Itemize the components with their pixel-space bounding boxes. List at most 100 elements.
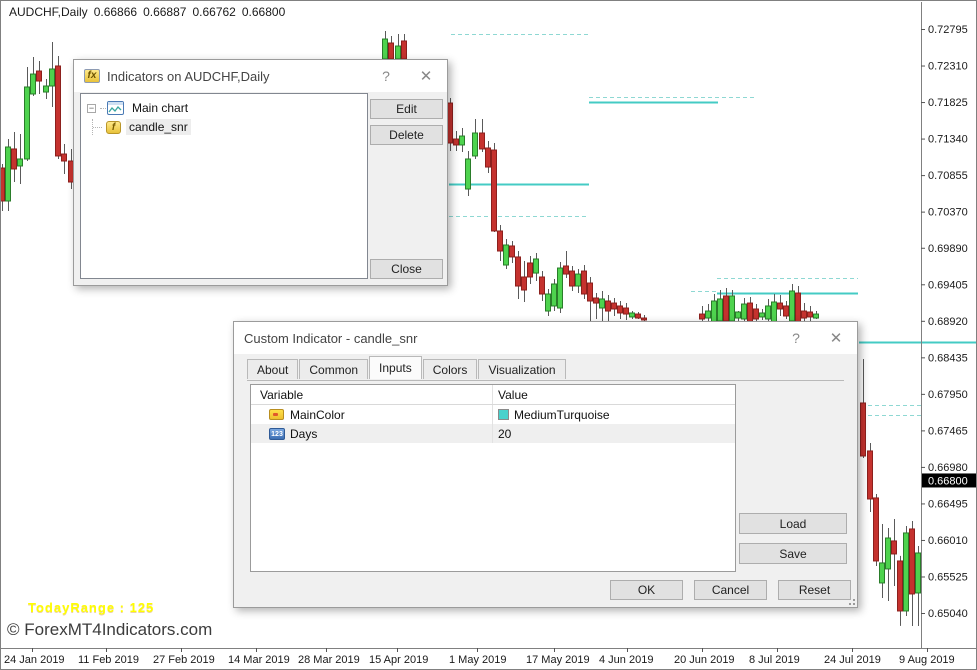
time-axis-label: 8 Jul 2019	[749, 654, 800, 666]
bear-candle	[778, 303, 783, 309]
column-header-variable: Variable	[251, 385, 493, 404]
bear-candle	[874, 498, 879, 561]
color-param-icon	[269, 409, 284, 420]
color-swatch	[498, 409, 509, 420]
price-axis-label: 0.68435	[928, 352, 968, 364]
tree-label-main-chart[interactable]: Main chart	[129, 100, 191, 116]
bull-candle	[730, 296, 735, 321]
help-icon[interactable]: ?	[779, 322, 813, 354]
tab-common[interactable]: Common	[299, 359, 368, 379]
custom-indicator-titlebar[interactable]: Custom Indicator - candle_snr ? ✕	[234, 322, 857, 354]
bull-candle	[44, 86, 49, 92]
time-axis-label: 14 Mar 2019	[228, 654, 290, 666]
bull-candle	[706, 311, 711, 318]
tree-label-candle-snr[interactable]: candle_snr	[126, 119, 191, 135]
price-axis-label: 0.72310	[928, 61, 968, 73]
bear-candle	[522, 277, 527, 290]
table-row-maincolor[interactable]: MainColor MediumTurquoise	[251, 405, 735, 424]
ohlc-readout: AUDCHF,Daily0.668660.668870.667620.66800	[9, 5, 291, 19]
bear-candle	[618, 306, 623, 313]
symbol-timeframe: AUDCHF,Daily	[9, 5, 88, 19]
tab-inputs[interactable]: Inputs	[369, 356, 422, 379]
indicators-dialog-titlebar[interactable]: fx Indicators on AUDCHF,Daily ? ✕	[74, 60, 447, 92]
bull-candle	[760, 313, 765, 317]
bull-candle	[718, 299, 723, 321]
fx-icon: f	[106, 121, 121, 134]
time-axis-label: 28 Mar 2019	[298, 654, 360, 666]
price-axis-label: 0.70855	[928, 170, 968, 182]
indicators-dialog: fx Indicators on AUDCHF,Daily ? ✕ − Main…	[73, 59, 448, 286]
close-button[interactable]: Close	[370, 259, 443, 279]
table-row-days[interactable]: 123 Days 20	[251, 424, 735, 443]
bull-candle	[546, 294, 551, 311]
bull-candle	[6, 147, 11, 201]
ohlc-open: 0.66866	[94, 5, 137, 19]
bull-candle	[772, 302, 777, 323]
tree-collapse-icon[interactable]: −	[87, 104, 96, 113]
bull-candle	[558, 268, 563, 308]
bull-candle	[904, 533, 909, 611]
close-icon[interactable]: ✕	[819, 322, 853, 354]
bull-candle	[742, 304, 747, 319]
price-axis-label: 0.66010	[928, 535, 968, 547]
edit-button[interactable]: Edit	[370, 99, 443, 119]
bear-candle	[910, 529, 915, 594]
tree-row-main-chart[interactable]: − Main chart	[85, 100, 363, 116]
resize-grip-icon[interactable]	[845, 595, 855, 605]
bull-candle	[18, 159, 23, 166]
ohlc-low: 0.66762	[192, 5, 235, 19]
time-axis-label: 24 Jan 2019	[4, 654, 65, 666]
price-axis-label: 0.67465	[928, 425, 968, 437]
ok-button[interactable]: OK	[610, 580, 683, 600]
bear-candle	[498, 231, 503, 251]
price-axis-label: 0.66495	[928, 498, 968, 510]
main-chart-icon	[107, 101, 124, 115]
bull-candle	[25, 87, 30, 159]
bull-candle	[31, 74, 36, 94]
delete-button[interactable]: Delete	[370, 125, 443, 145]
bear-candle	[636, 314, 641, 318]
bear-candle	[480, 133, 485, 149]
time-axis-label: 24 Jul 2019	[824, 654, 881, 666]
tab-colors[interactable]: Colors	[423, 359, 478, 379]
bear-candle	[540, 277, 545, 294]
bull-candle	[460, 136, 465, 145]
bull-candle	[534, 259, 539, 273]
tab-about[interactable]: About	[247, 359, 298, 379]
close-icon[interactable]: ✕	[409, 60, 443, 92]
price-axis-label: 0.66980	[928, 462, 968, 474]
bear-candle	[516, 257, 521, 286]
tab-visualization[interactable]: Visualization	[478, 359, 565, 379]
tree-row-candle-snr[interactable]: f candle_snr	[85, 119, 363, 135]
bear-candle	[784, 306, 789, 316]
bear-candle	[861, 403, 866, 456]
save-button[interactable]: Save	[739, 543, 847, 564]
bear-candle	[448, 103, 453, 143]
indicator-tree[interactable]: − Main chart f candle_snr	[80, 93, 368, 279]
bear-candle	[754, 309, 759, 319]
param-value[interactable]: 20	[493, 427, 735, 441]
bear-candle	[389, 43, 394, 59]
time-axis-label: 9 Aug 2019	[899, 654, 955, 666]
bull-candle	[600, 299, 605, 308]
help-icon[interactable]: ?	[369, 60, 403, 92]
price-axis-label: 0.71340	[928, 134, 968, 146]
bull-candle	[466, 159, 471, 189]
bull-candle	[814, 314, 819, 318]
time-axis-label: 11 Feb 2019	[78, 654, 139, 666]
cancel-button[interactable]: Cancel	[694, 580, 767, 600]
column-header-value: Value	[493, 385, 735, 404]
bull-candle	[790, 291, 795, 321]
bear-candle	[748, 303, 753, 323]
ohlc-close: 0.66800	[242, 5, 285, 19]
custom-indicator-dialog: Custom Indicator - candle_snr ? ✕ About …	[233, 321, 858, 608]
reset-button[interactable]: Reset	[778, 580, 851, 600]
bear-candle	[62, 154, 67, 161]
bear-candle	[486, 148, 491, 167]
bull-candle	[736, 312, 741, 318]
bull-candle	[766, 306, 771, 319]
load-button[interactable]: Load	[739, 513, 847, 534]
param-value[interactable]: MediumTurquoise	[514, 408, 610, 422]
bear-candle	[56, 66, 61, 156]
bull-candle	[473, 133, 478, 156]
